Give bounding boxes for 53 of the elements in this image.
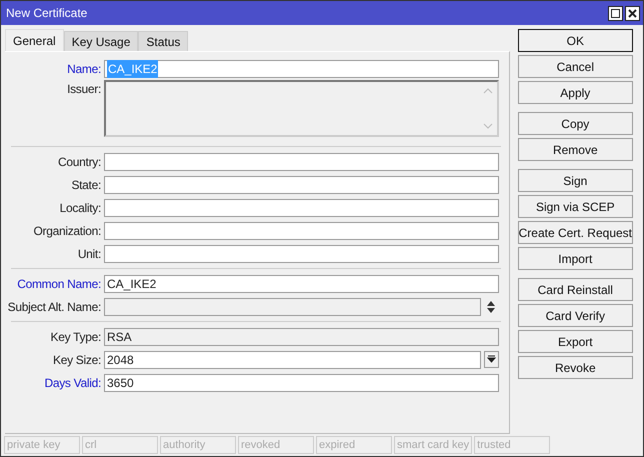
action-button[interactable]: Import [518,247,633,270]
action-button[interactable]: Export [518,330,633,353]
field-label: Issuer: [66,81,102,98]
field-label: Name: [66,60,102,78]
status-cell: crl [82,436,158,454]
tab[interactable]: General [5,29,64,51]
tab[interactable]: Key Usage [64,31,138,51]
scroll-down-icon [483,123,493,129]
close-button[interactable] [625,6,640,20]
field-label: Organization: [32,222,102,240]
action-button[interactable]: Remove [518,138,633,161]
action-button[interactable]: Revoke [518,356,633,379]
action-button[interactable]: Copy [518,112,633,135]
field-label: Common Name: [16,276,102,292]
field-label: Unit: [76,246,102,262]
status-cell: revoked [238,436,314,454]
action-button[interactable]: Create Cert. Request [518,221,633,244]
tab[interactable]: Status [138,31,188,51]
caret-down-icon [487,355,496,364]
status-cell: private key [4,436,80,454]
status-cell: smart card key [394,436,472,454]
window-title: New Certificate [6,5,88,22]
field-label: Key Size: [52,352,102,368]
input-field[interactable]: 3650 [104,374,499,392]
action-button[interactable]: OK [518,29,633,52]
field-label: Locality: [58,200,102,216]
field-label: Country: [57,154,102,170]
dropdown-button[interactable] [484,351,499,368]
action-button[interactable]: Sign [518,169,633,192]
scroll-up-icon [483,88,493,94]
input-field[interactable] [104,244,499,262]
close-icon [628,8,637,18]
maximize-icon [611,8,620,18]
status-cell: expired [316,436,392,454]
input-field[interactable]: CA_IKE2 [104,274,499,292]
field-label: Days Valid: [43,374,102,392]
input-field[interactable] [104,198,499,216]
field-label: State: [70,176,102,194]
action-button[interactable]: Sign via SCEP [518,195,633,218]
input-field[interactable] [104,176,499,194]
input-field[interactable] [104,222,499,240]
maximize-button[interactable] [608,6,623,20]
status-cell: authority [160,436,236,454]
action-button[interactable]: Card Reinstall [518,278,633,301]
dropdown-field[interactable]: 2048 [104,350,481,368]
action-button[interactable]: Cancel [518,55,633,78]
up-down-arrows-icon[interactable] [486,300,496,314]
input-field[interactable] [104,152,499,170]
status-cell: trusted [474,436,550,454]
action-button[interactable]: Card Verify [518,304,633,327]
field-label: Key Type: [50,328,102,346]
action-button[interactable]: Apply [518,81,633,104]
field-label: Subject Alt. Name: [6,298,102,316]
